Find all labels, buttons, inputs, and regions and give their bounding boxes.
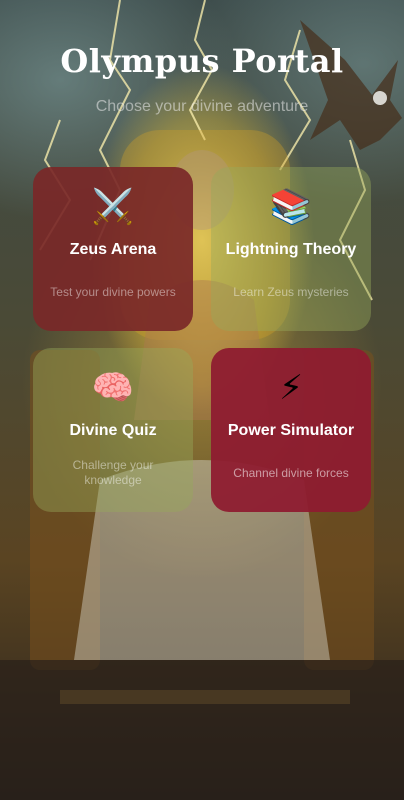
card-lightning-theory[interactable]: 📚 Lightning Theory Learn Zeus mysteries [211,167,371,331]
card-divine-quiz[interactable]: 🧠 Divine Quiz Challenge your knowledge [33,348,193,512]
page-subtitle: Choose your divine adventure [95,98,309,115]
card-title: Divine Quiz [69,422,157,439]
card-description: Test your divine powers [50,285,176,299]
card-zeus-arena[interactable]: ⚔️ Zeus Arena Test your divine powers [33,167,193,331]
crossed-swords-icon: ⚔️ [91,187,135,227]
card-title: Power Simulator [227,422,355,439]
card-title: Zeus Arena [69,241,157,258]
brain-icon: 🧠 [91,368,135,408]
card-description: Learn Zeus mysteries [233,285,349,299]
card-title: Lightning Theory [225,241,357,258]
card-power-simulator[interactable]: ⚡ Power Simulator Channel divine forces [211,348,371,512]
lightning-icon: ⚡ [279,368,303,408]
page-title: Olympus Portal [60,42,344,80]
books-icon: 📚 [269,187,313,227]
card-description: Channel divine forces [233,466,349,480]
card-description: Challenge your knowledge [72,458,154,487]
